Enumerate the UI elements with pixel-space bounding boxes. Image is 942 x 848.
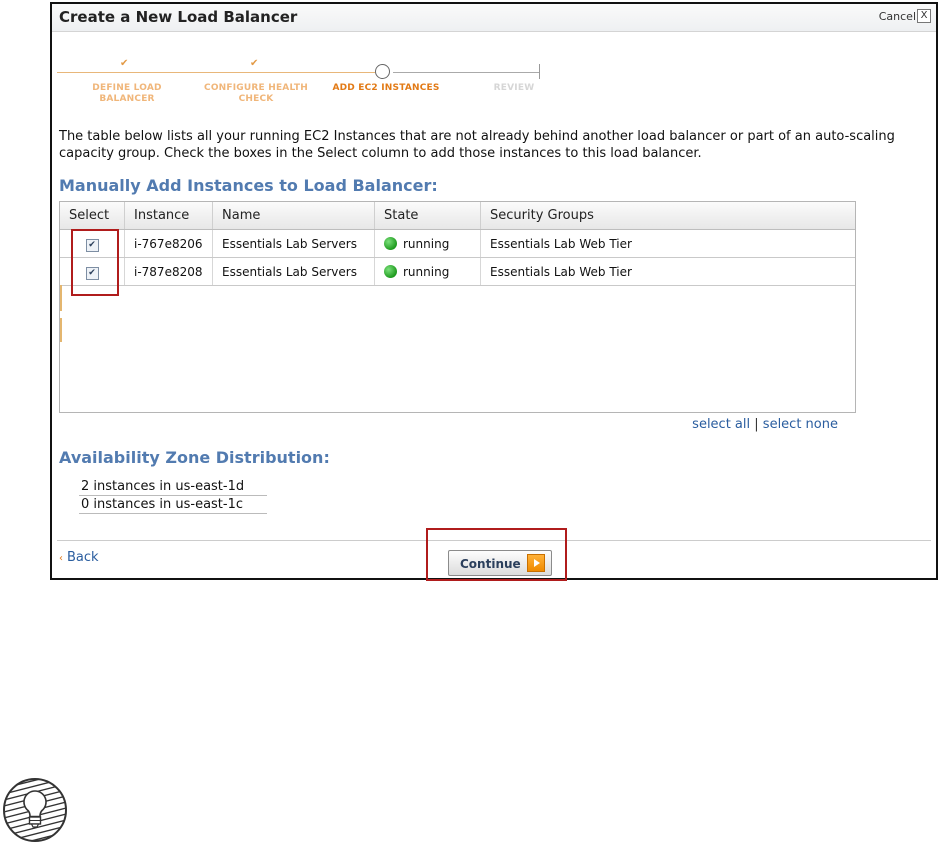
instance-security-groups: Essentials Lab Web Tier bbox=[480, 257, 855, 286]
cancel-link[interactable]: Cancel bbox=[879, 10, 916, 23]
selection-links: select all | select none bbox=[692, 417, 838, 432]
wizard-progress: ✔ ✔ DEFINE LOAD BALANCER CONFIGURE HEALT… bbox=[57, 54, 547, 114]
continue-button-highlight bbox=[426, 528, 567, 581]
back-label: Back bbox=[67, 550, 99, 565]
wizard-step-add-ec2-instances: ADD EC2 INSTANCES bbox=[332, 83, 440, 93]
table-row: ✔ i-767e8206 Essentials Lab Servers runn… bbox=[60, 229, 855, 258]
availability-zone-line: 2 instances in us-east-1d bbox=[79, 478, 267, 496]
wizard-progress-line-todo bbox=[393, 72, 539, 73]
green-dot-icon bbox=[384, 264, 397, 278]
column-header-select[interactable]: Select bbox=[60, 202, 125, 230]
close-icon[interactable]: X bbox=[917, 9, 931, 23]
availability-heading: Availability Zone Distribution: bbox=[59, 448, 330, 467]
instance-state: running bbox=[403, 236, 450, 251]
column-header-name[interactable]: Name bbox=[212, 202, 375, 230]
instance-name: Essentials Lab Servers bbox=[212, 257, 375, 286]
instance-security-groups: Essentials Lab Web Tier bbox=[480, 229, 855, 258]
select-none-link[interactable]: select none bbox=[763, 417, 838, 432]
instances-heading: Manually Add Instances to Load Balancer: bbox=[59, 176, 438, 195]
intro-text: The table below lists all your running E… bbox=[59, 129, 895, 161]
scroll-marker bbox=[60, 285, 62, 311]
availability-zone-line: 0 instances in us-east-1c bbox=[79, 496, 267, 514]
availability-zone-list: 2 instances in us-east-1d 0 instances in… bbox=[79, 478, 267, 514]
instance-id: i-767e8206 bbox=[124, 229, 213, 258]
column-header-instance[interactable]: Instance bbox=[124, 202, 213, 230]
table-header-row: Select Instance Name State Security Grou… bbox=[60, 202, 855, 230]
lightbulb-icon bbox=[3, 778, 67, 842]
current-step-circle-icon bbox=[375, 64, 390, 79]
table-row: ✔ i-787e8208 Essentials Lab Servers runn… bbox=[60, 257, 855, 286]
instance-state-cell: running bbox=[374, 257, 481, 286]
column-header-security-groups[interactable]: Security Groups bbox=[480, 202, 855, 230]
select-column-highlight bbox=[71, 229, 119, 296]
wizard-step-define-load-balancer: DEFINE LOAD BALANCER bbox=[92, 83, 162, 104]
link-separator: | bbox=[754, 417, 759, 432]
scroll-marker bbox=[60, 318, 62, 342]
column-header-state[interactable]: State bbox=[374, 202, 481, 230]
check-icon: ✔ bbox=[120, 58, 129, 69]
wizard-step-review: REVIEW bbox=[493, 83, 535, 93]
wizard-progress-line-done bbox=[57, 72, 375, 73]
wizard-end-tick bbox=[539, 64, 540, 79]
instances-table: Select Instance Name State Security Grou… bbox=[60, 202, 855, 286]
select-all-link[interactable]: select all bbox=[692, 417, 750, 432]
instance-name: Essentials Lab Servers bbox=[212, 229, 375, 258]
instance-state-cell: running bbox=[374, 229, 481, 258]
dialog-title: Create a New Load Balancer bbox=[59, 8, 298, 26]
instances-table-container: Select Instance Name State Security Grou… bbox=[59, 201, 856, 413]
green-dot-icon bbox=[384, 236, 397, 250]
back-link[interactable]: ‹ Back bbox=[59, 550, 99, 565]
create-load-balancer-dialog: Create a New Load Balancer Cancel X ✔ ✔ … bbox=[50, 2, 938, 580]
instance-state: running bbox=[403, 264, 450, 279]
check-icon: ✔ bbox=[250, 58, 259, 69]
back-arrow-icon: ‹ bbox=[59, 553, 63, 564]
instance-id: i-787e8208 bbox=[124, 257, 213, 286]
wizard-step-configure-health-check: CONFIGURE HEALTH CHECK bbox=[204, 83, 308, 104]
dialog-titlebar: Create a New Load Balancer Cancel X bbox=[52, 4, 936, 32]
